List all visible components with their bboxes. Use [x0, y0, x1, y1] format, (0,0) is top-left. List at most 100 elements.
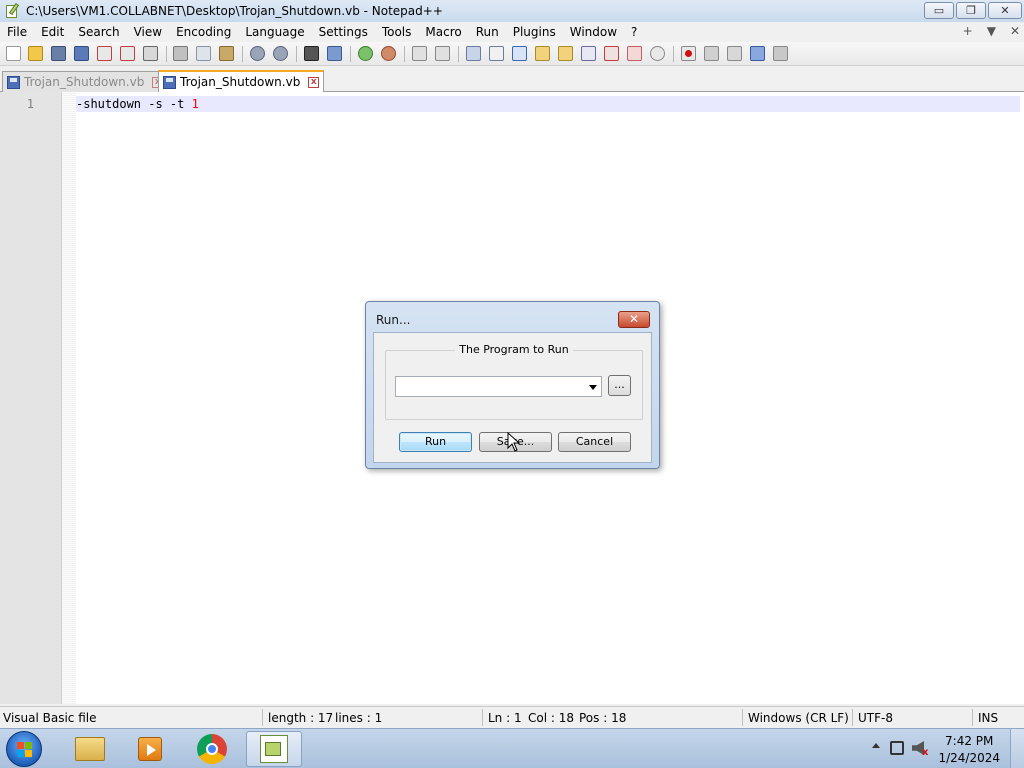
tab-label: Trojan_Shutdown.vb — [24, 75, 145, 89]
current-line-highlight — [76, 96, 1020, 112]
menu-bar: File Edit Search View Encoding Language … — [0, 22, 1024, 42]
tab-bar: Trojan_Shutdown.vb x Trojan_Shutdown.vb … — [0, 68, 1024, 92]
tab-trojan-shutdown-vb-1[interactable]: Trojan_Shutdown.vb x — [2, 71, 169, 92]
folder-as-workspace-icon[interactable] — [604, 46, 619, 61]
redo-icon[interactable] — [273, 46, 288, 61]
menu-encoding[interactable]: Encoding — [169, 25, 238, 39]
undo-icon[interactable] — [250, 46, 265, 61]
close-all-icon[interactable] — [120, 46, 135, 61]
document-map-icon[interactable] — [558, 46, 573, 61]
dialog-close-button[interactable]: ✕ — [618, 311, 650, 328]
tab-close-icon[interactable]: x — [308, 76, 320, 88]
status-pos: Pos : 18 — [579, 711, 627, 725]
media-player-icon — [138, 737, 162, 761]
save-icon[interactable] — [51, 46, 66, 61]
menu-tools[interactable]: Tools — [375, 25, 419, 39]
menu-macro[interactable]: Macro — [418, 25, 468, 39]
status-lines: lines : 1 — [335, 711, 383, 725]
save-macro-icon[interactable] — [773, 46, 788, 61]
close-file-icon[interactable] — [97, 46, 112, 61]
function-list-icon[interactable] — [581, 46, 596, 61]
notepadpp-icon — [260, 735, 288, 763]
taskbar-explorer[interactable] — [62, 731, 118, 767]
word-wrap-icon[interactable] — [466, 46, 481, 61]
indent-guide-icon[interactable] — [512, 46, 527, 61]
taskbar-chrome[interactable] — [184, 731, 240, 767]
toolbar — [0, 42, 1024, 66]
clock[interactable]: 7:42 PM 1/24/2024 — [938, 733, 1000, 767]
cancel-button[interactable]: Cancel — [558, 432, 631, 452]
show-all-characters-icon[interactable] — [489, 46, 504, 61]
new-file-icon[interactable] — [6, 46, 21, 61]
show-desktop-button[interactable] — [1010, 729, 1024, 768]
restore-button[interactable]: ❐ — [956, 2, 986, 19]
save-all-icon[interactable] — [74, 46, 89, 61]
code-number-literal: 1 — [191, 97, 199, 111]
taskbar-notepadpp[interactable] — [246, 731, 302, 767]
run-button[interactable]: Run — [399, 432, 472, 452]
menu-edit[interactable]: Edit — [34, 25, 71, 39]
mute-x-icon: x — [922, 747, 929, 758]
status-insert-mode: INS — [978, 711, 999, 725]
status-col: Col : 18 — [528, 711, 574, 725]
title-bar: C:\Users\VM1.COLLABNET\Desktop\Trojan_Sh… — [0, 0, 1024, 22]
combo-dropdown-arrow-icon[interactable] — [589, 385, 597, 390]
menu-window[interactable]: Window — [563, 25, 624, 39]
network-icon[interactable] — [890, 741, 904, 755]
paste-icon[interactable] — [219, 46, 234, 61]
line-number: 1 — [26, 97, 34, 111]
replace-icon[interactable] — [327, 46, 342, 61]
clock-time: 7:42 PM — [945, 734, 994, 748]
menu-file[interactable]: File — [0, 25, 34, 39]
stop-recording-icon[interactable] — [704, 46, 719, 61]
zoom-out-icon[interactable] — [381, 46, 396, 61]
zoom-in-icon[interactable] — [358, 46, 373, 61]
record-macro-icon[interactable] — [681, 46, 696, 61]
menu-search[interactable]: Search — [71, 25, 126, 39]
menu-settings[interactable]: Settings — [312, 25, 375, 39]
file-save-state-icon — [7, 75, 20, 89]
browse-button[interactable]: ... — [608, 375, 631, 396]
show-hidden-icons-icon[interactable] — [872, 743, 880, 748]
tab-list-down-icon[interactable]: ▼ — [987, 24, 996, 38]
tab-trojan-shutdown-vb-2[interactable]: Trojan_Shutdown.vb x — [158, 70, 325, 92]
fold-margin — [62, 92, 76, 704]
menu-run[interactable]: Run — [469, 25, 506, 39]
file-browser-icon[interactable] — [627, 46, 642, 61]
chrome-icon — [197, 734, 227, 764]
window-title: C:\Users\VM1.COLLABNET\Desktop\Trojan_Sh… — [26, 4, 443, 18]
menu-plugins[interactable]: Plugins — [506, 25, 563, 39]
print-icon[interactable] — [143, 46, 158, 61]
close-document-icon[interactable]: ✕ — [1010, 24, 1020, 38]
cut-icon[interactable] — [173, 46, 188, 61]
playback-macro-icon[interactable] — [727, 46, 742, 61]
status-bar: Visual Basic file length : 17 lines : 1 … — [0, 706, 1024, 728]
find-icon[interactable] — [304, 46, 319, 61]
sync-horizontal-icon[interactable] — [435, 46, 450, 61]
close-window-button[interactable]: ✕ — [988, 2, 1022, 19]
minimize-button[interactable]: ▭ — [924, 2, 954, 19]
start-button[interactable] — [6, 731, 42, 767]
program-groupbox: The Program to Run ... — [385, 343, 643, 420]
sync-vertical-icon[interactable] — [412, 46, 427, 61]
folder-icon — [75, 737, 105, 761]
dialog-title: Run... — [376, 313, 411, 327]
copy-icon[interactable] — [196, 46, 211, 61]
taskbar-media-player[interactable] — [122, 731, 178, 767]
new-tab-plus-icon[interactable]: + — [963, 24, 973, 38]
open-file-icon[interactable] — [28, 46, 43, 61]
menu-language[interactable]: Language — [238, 25, 311, 39]
status-encoding: UTF-8 — [858, 711, 893, 725]
user-defined-language-icon[interactable] — [535, 46, 550, 61]
taskbar: x 7:42 PM 1/24/2024 — [0, 728, 1024, 768]
code-text: -shutdown -s -t — [76, 97, 192, 111]
monitoring-eye-icon[interactable] — [650, 46, 665, 61]
line-number-gutter: 1 — [0, 92, 62, 704]
menu-view[interactable]: View — [127, 25, 169, 39]
menu-help[interactable]: ? — [624, 25, 644, 39]
windows-logo-icon — [17, 742, 33, 758]
run-macro-multiple-icon[interactable] — [750, 46, 765, 61]
program-combo-box[interactable] — [395, 376, 602, 397]
clock-date: 1/24/2024 — [938, 751, 1000, 765]
code-line[interactable]: -shutdown -s -t 1 — [76, 96, 199, 112]
